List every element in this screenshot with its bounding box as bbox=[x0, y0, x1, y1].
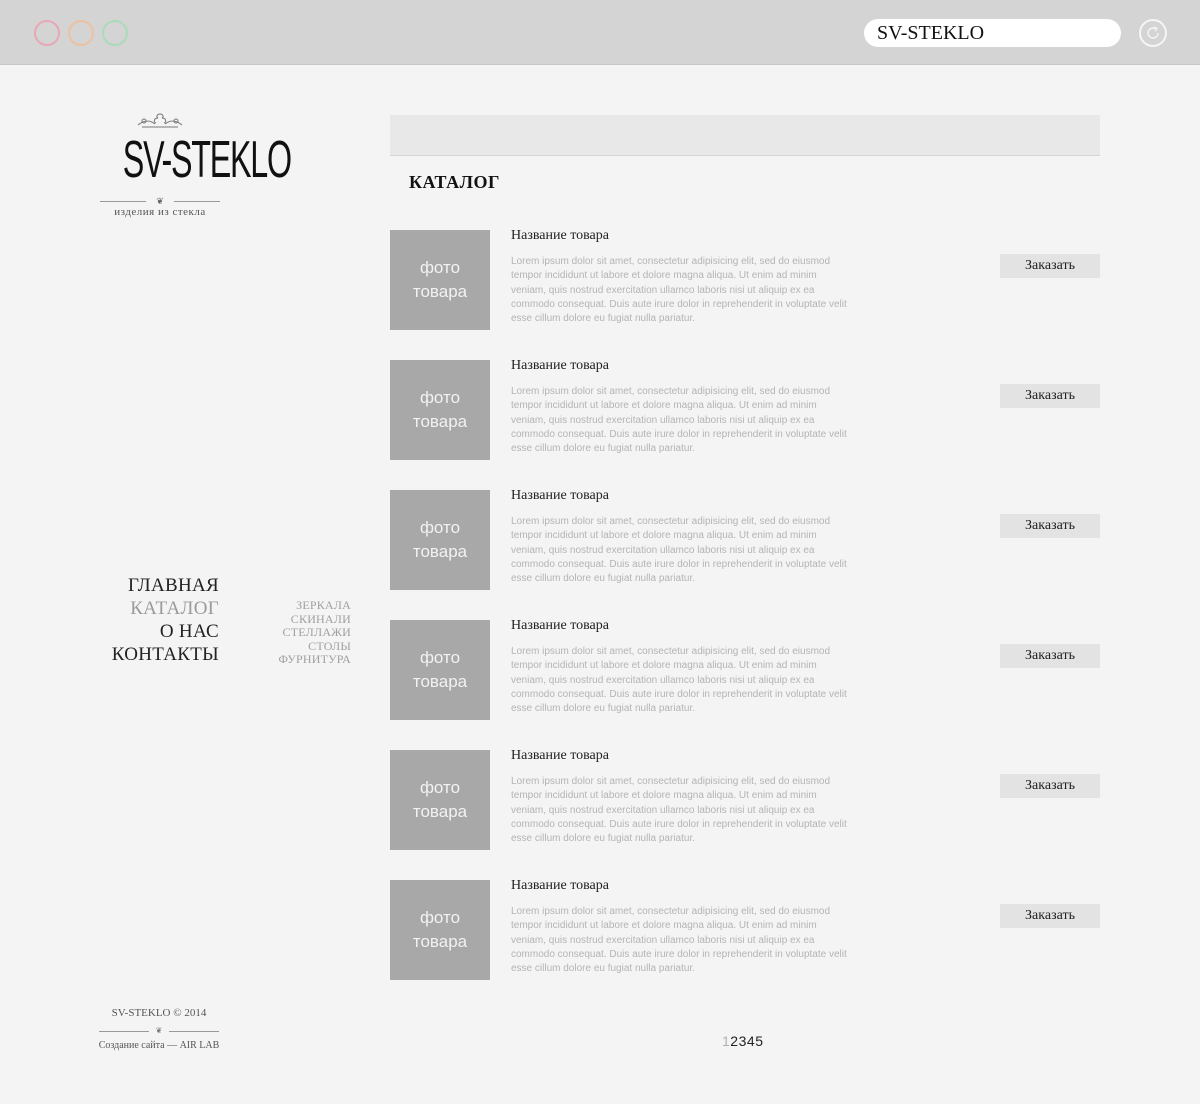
product-name[interactable]: Название товара bbox=[511, 878, 609, 894]
nav-item-contacts[interactable]: КОНТАКТЫ bbox=[100, 643, 219, 666]
nav-item-about[interactable]: О НАС bbox=[100, 620, 219, 643]
product-description: Lorem ipsum dolor sit amet, consectetur … bbox=[511, 646, 847, 715]
footer-credit[interactable]: Создание сайта — AIR LAB bbox=[97, 1040, 221, 1051]
photo-caption-line: товара bbox=[412, 932, 468, 951]
product-description: Lorem ipsum dolor sit amet, consectetur … bbox=[511, 256, 847, 325]
order-button[interactable]: Заказать bbox=[1000, 774, 1100, 798]
product-description: Lorem ipsum dolor sit amet, consectetur … bbox=[511, 516, 847, 585]
divider-ornament-icon: ❦ bbox=[155, 1026, 163, 1035]
photo-caption-line: товара bbox=[412, 542, 468, 561]
order-button[interactable]: Заказать bbox=[1000, 644, 1100, 668]
photo-caption-line: фото bbox=[419, 258, 461, 277]
photo-caption-line: товара bbox=[412, 672, 468, 691]
page-link-3[interactable]: 3 bbox=[739, 1033, 747, 1049]
logo-tagline: изделия из стекла bbox=[114, 206, 206, 218]
catalog-subnav: ЗЕРКАЛА СКИНАЛИ СТЕЛЛАЖИ СТОЛЫ ФУРНИТУРА bbox=[262, 598, 351, 667]
pagination: 12345 bbox=[722, 1033, 763, 1049]
photo-caption-line: фото bbox=[419, 908, 461, 927]
order-button[interactable]: Заказать bbox=[1000, 384, 1100, 408]
photo-caption-line: фото bbox=[419, 518, 461, 537]
product-photo-placeholder[interactable]: фото товара bbox=[390, 230, 490, 330]
footer-copyright: SV-STEKLO © 2014 bbox=[111, 1007, 207, 1019]
photo-caption-line: фото bbox=[419, 388, 461, 407]
page-link-5[interactable]: 5 bbox=[755, 1033, 763, 1049]
catalog-item: фото товара Название товара Lorem ipsum … bbox=[390, 488, 1100, 590]
product-description: Lorem ipsum dolor sit amet, consectetur … bbox=[511, 386, 847, 455]
maximize-window-dot-icon[interactable] bbox=[102, 20, 128, 46]
logo-text: SV-STEKLO bbox=[122, 131, 292, 189]
footer-divider: ❦ bbox=[99, 1026, 219, 1036]
address-bar[interactable]: SV-STEKLO bbox=[864, 19, 1121, 47]
order-button[interactable]: Заказать bbox=[1000, 254, 1100, 278]
minimize-window-dot-icon[interactable] bbox=[68, 20, 94, 46]
browser-chrome: SV-STEKLO bbox=[0, 0, 1200, 65]
catalog-item: фото товара Название товара Lorem ipsum … bbox=[390, 618, 1100, 720]
page-title: КАТАЛОГ bbox=[409, 172, 500, 192]
catalog-item: фото товара Название товара Lorem ipsum … bbox=[390, 228, 1100, 330]
reload-icon[interactable] bbox=[1139, 19, 1167, 47]
footer: SV-STEKLO © 2014 ❦ Создание сайта — AIR … bbox=[97, 1007, 221, 1051]
product-photo-placeholder[interactable]: фото товара bbox=[390, 490, 490, 590]
photo-caption-line: товара bbox=[412, 412, 468, 431]
product-photo-placeholder[interactable]: фото товара bbox=[390, 620, 490, 720]
photo-caption-line: товара bbox=[412, 802, 468, 821]
catalog-item: фото товара Название товара Lorem ipsum … bbox=[390, 358, 1100, 460]
product-photo-placeholder[interactable]: фото товара bbox=[390, 880, 490, 980]
subnav-item-tables[interactable]: СТОЛЫ bbox=[262, 639, 351, 654]
page-link-2[interactable]: 2 bbox=[730, 1033, 738, 1049]
product-name[interactable]: Название товара bbox=[511, 748, 609, 764]
product-description: Lorem ipsum dolor sit amet, consectetur … bbox=[511, 776, 847, 845]
product-name[interactable]: Название товара bbox=[511, 488, 609, 504]
product-photo-placeholder[interactable]: фото товара bbox=[390, 360, 490, 460]
divider-ornament-icon: ❦ bbox=[156, 196, 164, 206]
top-banner bbox=[390, 115, 1100, 156]
logo-divider: ❦ bbox=[100, 196, 220, 206]
ornament-icon bbox=[137, 113, 183, 128]
subnav-item-shelves[interactable]: СТЕЛЛАЖИ bbox=[262, 626, 351, 640]
product-photo-placeholder[interactable]: фото товара bbox=[390, 750, 490, 850]
nav-item-catalog[interactable]: КАТАЛОГ bbox=[100, 597, 219, 620]
main-nav: ГЛАВНАЯ КАТАЛОГ О НАС КОНТАКТЫ bbox=[100, 574, 219, 666]
subnav-item-skinali[interactable]: СКИНАЛИ bbox=[262, 612, 351, 627]
product-name[interactable]: Название товара bbox=[511, 228, 609, 244]
catalog-item: фото товара Название товара Lorem ipsum … bbox=[390, 748, 1100, 850]
nav-item-home[interactable]: ГЛАВНАЯ bbox=[100, 574, 219, 597]
product-name[interactable]: Название товара bbox=[511, 618, 609, 634]
subnav-item-mirrors[interactable]: ЗЕРКАЛА bbox=[262, 598, 351, 613]
photo-caption-line: товара bbox=[412, 282, 468, 301]
close-window-dot-icon[interactable] bbox=[34, 20, 60, 46]
photo-caption-line: фото bbox=[419, 778, 461, 797]
photo-caption-line: фото bbox=[419, 648, 461, 667]
order-button[interactable]: Заказать bbox=[1000, 904, 1100, 928]
subnav-item-fittings[interactable]: ФУРНИТУРА bbox=[262, 653, 351, 667]
site-logo[interactable]: SV-STEKLO ❦ изделия из стекла bbox=[100, 112, 292, 218]
product-name[interactable]: Название товара bbox=[511, 358, 609, 374]
order-button[interactable]: Заказать bbox=[1000, 514, 1100, 538]
page-link-4[interactable]: 4 bbox=[747, 1033, 755, 1049]
catalog-item: фото товара Название товара Lorem ipsum … bbox=[390, 878, 1100, 980]
product-description: Lorem ipsum dolor sit amet, consectetur … bbox=[511, 906, 847, 975]
